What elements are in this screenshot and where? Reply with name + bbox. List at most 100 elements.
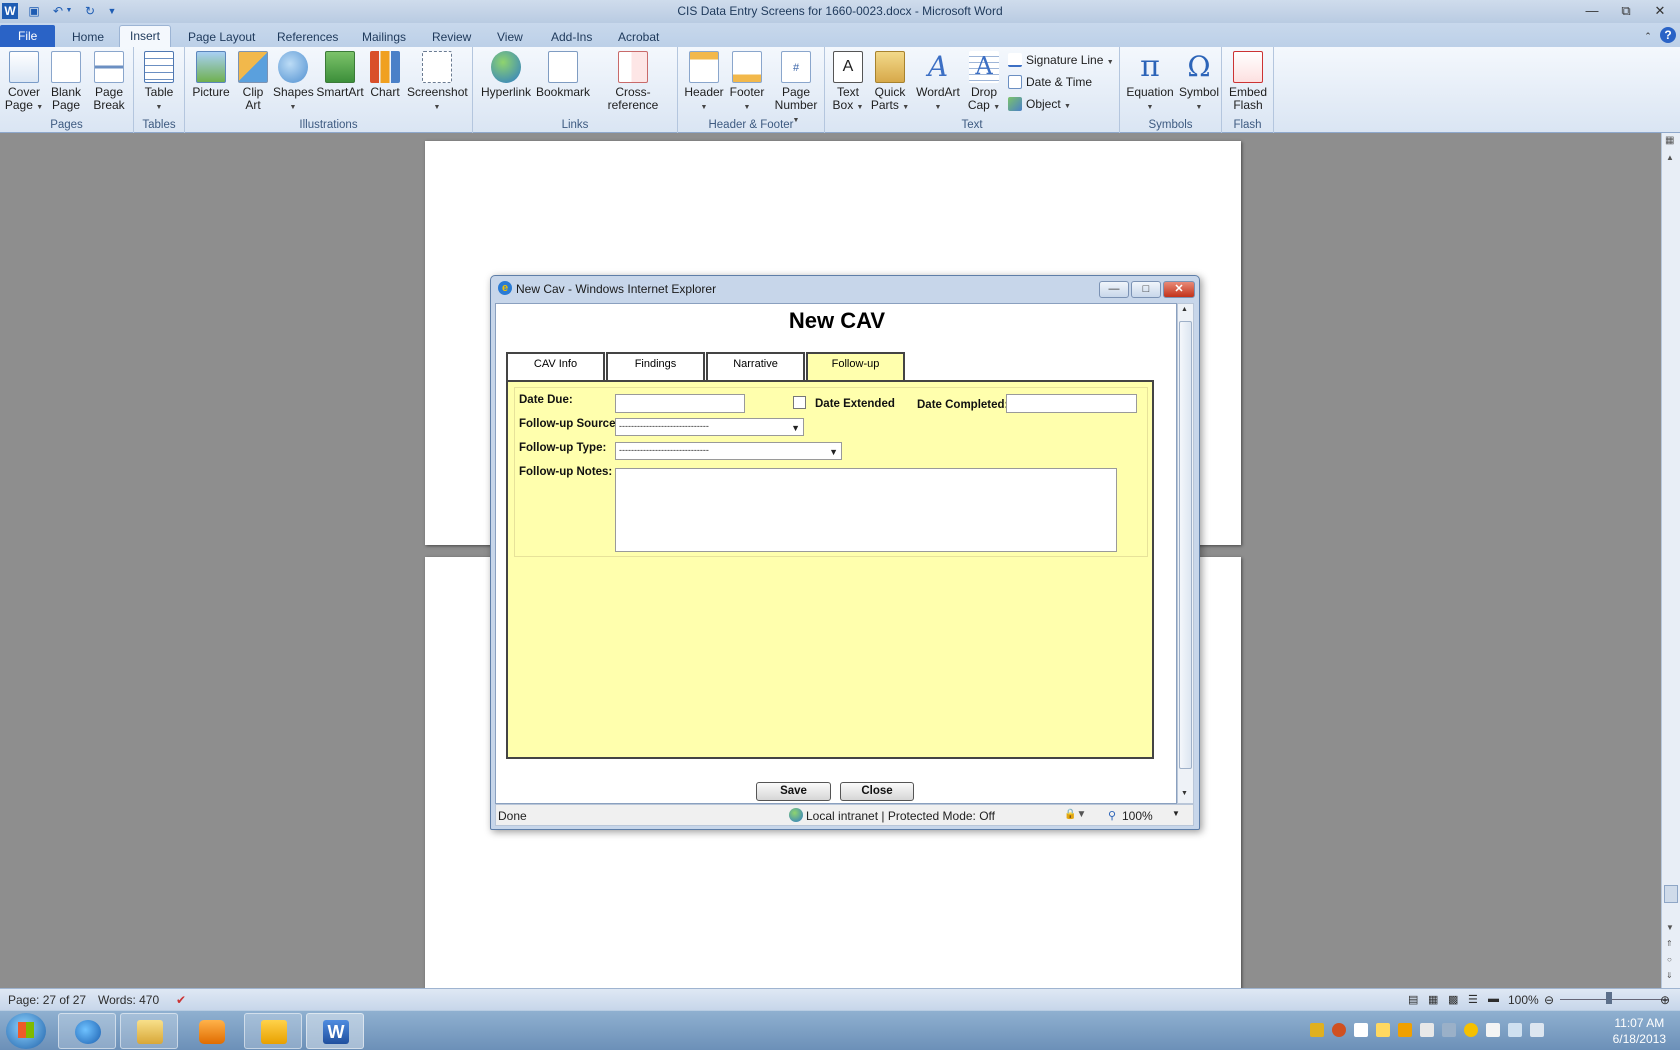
restore-button[interactable]: ⧉ — [1614, 1, 1638, 21]
tab-review[interactable]: Review — [422, 27, 481, 47]
shapes-button[interactable]: Shapes ▼ — [273, 51, 314, 114]
signature-line-button[interactable]: Signature Line ▼ — [1008, 51, 1114, 69]
zoom-level[interactable]: 100% — [1508, 993, 1539, 1007]
ie-vertical-scrollbar[interactable]: ▲ ▼ — [1177, 303, 1194, 804]
scroll-down-icon[interactable]: ▼ — [1666, 923, 1674, 932]
tray-network-icon[interactable] — [1354, 1023, 1368, 1037]
screenshot-button[interactable]: Screenshot ▼ — [407, 51, 468, 114]
vertical-scrollbar[interactable]: ▦ ▲ ▼ ⇑ ○ ⇓ — [1661, 133, 1680, 988]
print-layout-icon[interactable]: ▤ — [1408, 993, 1418, 1006]
minimize-button[interactable]: — — [1580, 1, 1604, 21]
ie-minimize-button[interactable]: — — [1099, 281, 1129, 298]
draft-icon[interactable]: ▬ — [1488, 993, 1499, 1005]
tab-view[interactable]: View — [487, 27, 533, 47]
date-extended-checkbox[interactable] — [793, 396, 806, 409]
date-completed-input[interactable] — [1006, 394, 1137, 413]
taskbar-word-button[interactable]: W — [306, 1013, 364, 1049]
tab-home[interactable]: Home — [62, 27, 114, 47]
proofing-icon[interactable]: ✔ — [176, 993, 186, 1007]
zoom-slider[interactable] — [1560, 999, 1668, 1000]
cover-page-button[interactable]: Cover Page ▼ — [4, 51, 44, 114]
web-layout-icon[interactable]: ▩ — [1448, 993, 1458, 1006]
tray-app-icon[interactable] — [1332, 1023, 1346, 1037]
cross-reference-button[interactable]: Cross-reference — [591, 51, 675, 112]
equation-button[interactable]: π Equation ▼ — [1124, 51, 1176, 114]
tray-wifi-icon[interactable] — [1508, 1023, 1522, 1037]
ruler-toggle-icon[interactable]: ▦ — [1665, 135, 1674, 146]
follow-up-source-select[interactable]: ------------------------------ ▼ — [615, 418, 804, 436]
object-button[interactable]: Object ▼ — [1008, 95, 1071, 113]
start-button[interactable] — [6, 1013, 46, 1049]
tab-file[interactable]: File — [0, 25, 56, 47]
zoom-slider-thumb[interactable] — [1606, 992, 1612, 1004]
tray-mail-icon[interactable] — [1376, 1023, 1390, 1037]
previous-page-icon[interactable]: ⇑ — [1666, 939, 1673, 948]
zoom-in-icon[interactable]: ⊕ — [1660, 993, 1670, 1007]
full-screen-reading-icon[interactable]: ▦ — [1428, 993, 1438, 1006]
tray-shield-icon[interactable] — [1310, 1023, 1324, 1037]
page-count[interactable]: Page: 27 of 27 — [8, 993, 86, 1007]
next-page-icon[interactable]: ⇓ — [1666, 971, 1673, 980]
protected-mode-icon[interactable]: 🔒▼ — [1064, 809, 1086, 820]
taskbar-media-player-button[interactable] — [182, 1013, 240, 1049]
date-due-input[interactable] — [615, 394, 745, 413]
blank-page-button[interactable]: Blank Page — [48, 51, 84, 112]
close-button[interactable]: Close — [840, 782, 914, 801]
help-icon[interactable]: ? — [1660, 27, 1676, 43]
tab-references[interactable]: References — [267, 27, 348, 47]
symbol-button[interactable]: Ω Symbol ▼ — [1178, 51, 1220, 114]
text-box-button[interactable]: A Text Box ▼ — [829, 51, 867, 114]
clock[interactable]: 11:07 AM 6/18/2013 — [1613, 1015, 1666, 1047]
picture-button[interactable]: Picture — [191, 51, 231, 99]
taskbar-explorer-button[interactable] — [120, 1013, 178, 1049]
tab-mailings[interactable]: Mailings — [352, 27, 416, 47]
follow-up-type-select[interactable]: ------------------------------ ▼ — [615, 442, 842, 460]
tab-acrobat[interactable]: Acrobat — [608, 27, 669, 47]
chart-button[interactable]: Chart — [368, 51, 402, 99]
embed-flash-button[interactable]: Embed Flash — [1226, 51, 1270, 112]
table-button[interactable]: Table ▼ — [140, 51, 178, 114]
tab-findings[interactable]: Findings — [606, 352, 705, 380]
clip-art-button[interactable]: Clip Art — [237, 51, 269, 112]
tray-flag-icon[interactable] — [1486, 1023, 1500, 1037]
tab-follow-up[interactable]: Follow-up — [806, 352, 905, 382]
scroll-thumb[interactable] — [1664, 885, 1678, 903]
tab-add-ins[interactable]: Add-Ins — [541, 27, 602, 47]
drop-cap-button[interactable]: A Drop Cap ▼ — [965, 51, 1003, 114]
page-number-button[interactable]: # Page Number ▼ — [770, 51, 822, 127]
wordart-button[interactable]: A WordArt ▼ — [913, 51, 963, 114]
close-button[interactable]: ✕ — [1648, 1, 1672, 21]
tab-insert[interactable]: Insert — [119, 25, 172, 47]
ie-close-button[interactable]: ✕ — [1163, 281, 1195, 298]
taskbar-ie-button[interactable] — [58, 1013, 116, 1049]
date-time-button[interactable]: Date & Time — [1008, 73, 1092, 91]
tray-monitor-icon[interactable] — [1420, 1023, 1434, 1037]
quick-parts-button[interactable]: Quick Parts ▼ — [869, 51, 911, 114]
zoom-out-icon[interactable]: ⊖ — [1544, 993, 1554, 1007]
page-break-button[interactable]: Page Break — [90, 51, 128, 112]
browse-object-icon[interactable]: ○ — [1667, 955, 1672, 964]
outline-icon[interactable]: ☰ — [1468, 993, 1478, 1006]
tab-cav-info[interactable]: CAV Info — [506, 352, 605, 380]
tray-office-icon[interactable] — [1398, 1023, 1412, 1037]
bookmark-button[interactable]: Bookmark — [535, 51, 591, 99]
footer-button[interactable]: Footer ▼ — [726, 51, 768, 114]
word-count[interactable]: Words: 470 — [98, 993, 159, 1007]
scroll-down-icon[interactable]: ▼ — [1181, 790, 1188, 797]
save-button[interactable]: Save — [756, 782, 831, 801]
scroll-thumb[interactable] — [1179, 321, 1192, 769]
hyperlink-button[interactable]: Hyperlink — [479, 51, 533, 99]
follow-up-notes-textarea[interactable] — [615, 468, 1117, 552]
ie-maximize-button[interactable]: □ — [1131, 281, 1161, 298]
zoom-dropdown-icon[interactable]: ▼ — [1172, 809, 1180, 818]
header-button[interactable]: Header ▼ — [682, 51, 726, 114]
scroll-up-icon[interactable]: ▲ — [1181, 306, 1188, 313]
tab-narrative[interactable]: Narrative — [706, 352, 805, 380]
minimize-ribbon-icon[interactable]: ⌃ — [1640, 28, 1656, 44]
scroll-up-icon[interactable]: ▲ — [1666, 153, 1674, 162]
smartart-button[interactable]: SmartArt — [316, 51, 364, 99]
tray-device-icon[interactable] — [1442, 1023, 1456, 1037]
tray-speaker-icon[interactable] — [1530, 1023, 1544, 1037]
ie-zoom-level[interactable]: 100% — [1122, 809, 1153, 823]
tab-page-layout[interactable]: Page Layout — [178, 27, 265, 47]
